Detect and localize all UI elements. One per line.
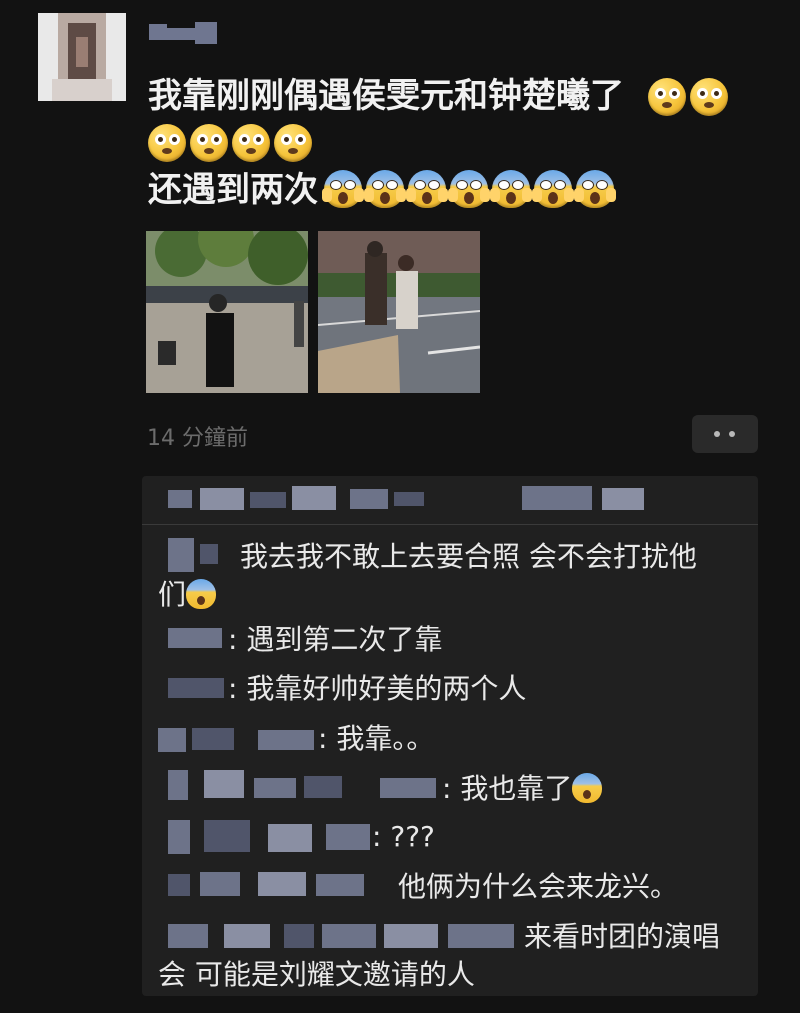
comment-2[interactable]: : 遇到第二次了靠: [228, 621, 442, 659]
comment-3[interactable]: : 我靠好帅好美的两个人: [228, 670, 526, 708]
screaming-face-icon: [532, 170, 574, 208]
comments-panel: 我去我不敢上去要合照 会不会打扰他 们 : 遇到第二次了靠 : 我靠好帅好美的两…: [142, 476, 758, 996]
author-name-blurred[interactable]: [149, 20, 221, 50]
comment-8-line-1[interactable]: 来看时团的演唱: [524, 918, 720, 956]
flushed-face-icon: [690, 78, 728, 116]
screaming-face-icon: [406, 170, 448, 208]
screaming-face-icon: [364, 170, 406, 208]
screaming-face-icon: [490, 170, 532, 208]
street-photo-2: [318, 231, 480, 393]
street-photo-1: [146, 231, 308, 393]
flushed-face-icon: [274, 124, 312, 162]
emoji-row-2: [148, 124, 312, 162]
more-options-button[interactable]: [692, 415, 758, 453]
emoji-row-1: [648, 78, 728, 116]
screaming-face-icon: [186, 579, 217, 609]
post-timestamp: 14 分鐘前: [147, 426, 248, 451]
comment-1-tail: 们: [158, 578, 187, 611]
post-photo-2[interactable]: [318, 231, 480, 393]
wechat-moments-post: 我靠刚刚偶遇侯雯元和钟楚曦了 还遇到两次 14 分鐘前 我去我不敢上去要合照 会…: [0, 0, 800, 1013]
flushed-face-icon: [232, 124, 270, 162]
post-line-2: 还遇到两次: [148, 170, 318, 210]
likes-row[interactable]: [142, 476, 758, 525]
comment-7[interactable]: 他俩为什么会来龙兴。: [398, 868, 678, 906]
emoji-row-3: [322, 170, 616, 208]
comment-1-line-2[interactable]: 们: [158, 576, 217, 614]
more-dots-icon: [714, 431, 720, 437]
avatar[interactable]: [38, 13, 126, 101]
more-dots-icon: [729, 431, 735, 437]
flushed-face-icon: [148, 124, 186, 162]
screaming-face-icon: [572, 773, 603, 803]
comment-6[interactable]: : ???: [372, 818, 435, 856]
comment-4[interactable]: : 我靠。。: [318, 720, 434, 758]
comment-8-line-2[interactable]: 会 可能是刘耀文邀请的人: [158, 956, 475, 994]
comment-5-text: : 我也靠了: [442, 772, 573, 805]
post-photo-1[interactable]: [146, 231, 308, 393]
post-line-1: 我靠刚刚偶遇侯雯元和钟楚曦了: [148, 76, 624, 116]
comment-5[interactable]: : 我也靠了: [442, 770, 603, 808]
screaming-face-icon: [448, 170, 490, 208]
screaming-face-icon: [322, 170, 364, 208]
screaming-face-icon: [574, 170, 616, 208]
flushed-face-icon: [648, 78, 686, 116]
flushed-face-icon: [190, 124, 228, 162]
comment-1-line-1[interactable]: 我去我不敢上去要合照 会不会打扰他: [240, 538, 697, 576]
